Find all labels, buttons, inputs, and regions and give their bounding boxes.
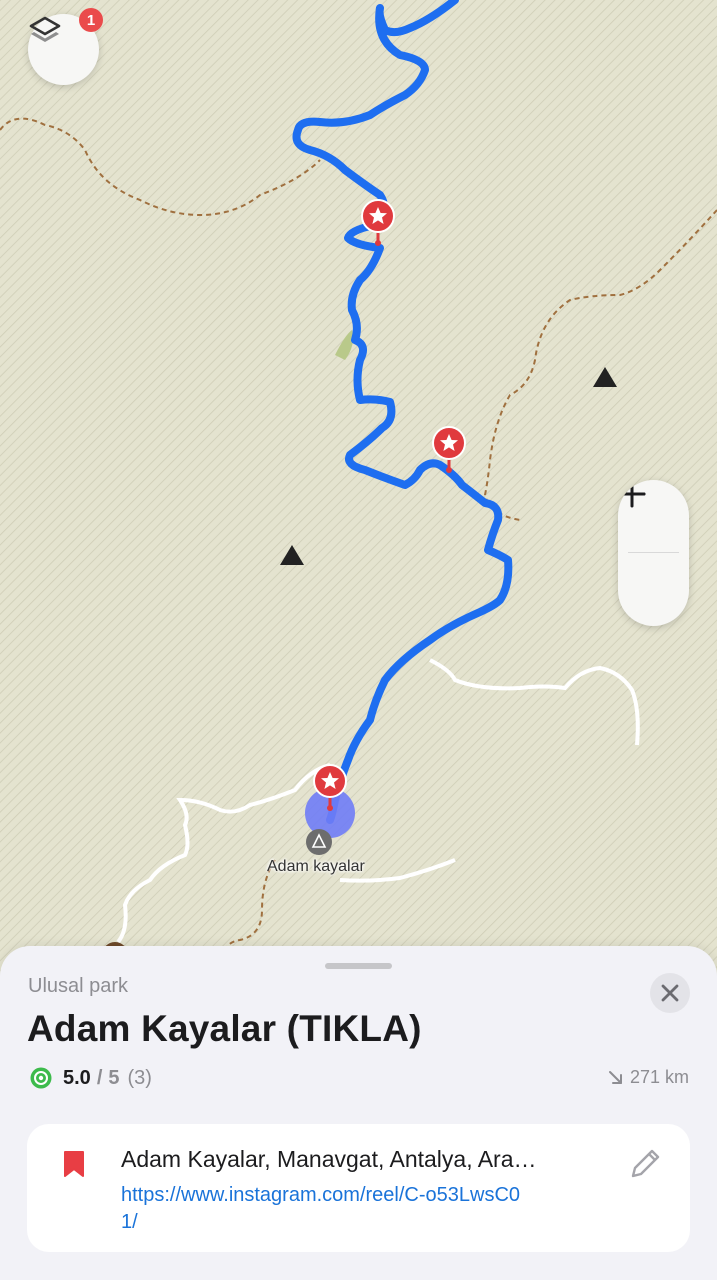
notification-badge: 1 <box>79 8 103 32</box>
rating-badge-icon <box>30 1067 52 1089</box>
distance: 271 km <box>607 1067 689 1088</box>
layers-icon <box>29 16 61 42</box>
rating-count: (3) <box>127 1066 152 1089</box>
bookmark-icon <box>64 1151 84 1177</box>
camp-icon <box>306 829 332 855</box>
zoom-out-button[interactable] <box>618 492 689 625</box>
place-title: Adam Kayalar (TIKLA) <box>27 1008 422 1049</box>
arrow-down-right-icon <box>608 1070 622 1084</box>
place-category: Ulusal park <box>28 975 129 997</box>
place-bottom-sheet[interactable]: Ulusal park Adam Kayalar (TIKLA) 5.0 / 5… <box>0 946 717 1280</box>
rating-slash: / <box>96 1066 103 1089</box>
minus-icon <box>618 492 646 496</box>
rating-row[interactable]: 5.0 / 5 (3) <box>30 1066 152 1090</box>
bookmark-card[interactable]: Adam Kayalar, Manavgat, Antalya, Ara… ht… <box>27 1124 690 1252</box>
rating-max: 5 <box>108 1066 120 1089</box>
pencil-icon <box>631 1149 660 1178</box>
rating-value: 5.0 <box>63 1066 91 1089</box>
place-label[interactable]: Adam kayalar <box>267 858 365 876</box>
layers-button[interactable]: 1 <box>28 8 103 85</box>
zoom-control <box>618 480 689 626</box>
close-icon <box>661 984 679 1002</box>
sheet-grabber[interactable] <box>325 963 392 969</box>
edit-button[interactable] <box>627 1146 663 1187</box>
bookmark-link[interactable]: https://www.instagram.com/reel/C-o53LwsC… <box>121 1182 521 1236</box>
close-button[interactable] <box>650 973 690 1013</box>
bookmark-address: Adam Kayalar, Manavgat, Antalya, Ara… <box>121 1146 537 1172</box>
distance-value: 271 km <box>629 1067 689 1087</box>
